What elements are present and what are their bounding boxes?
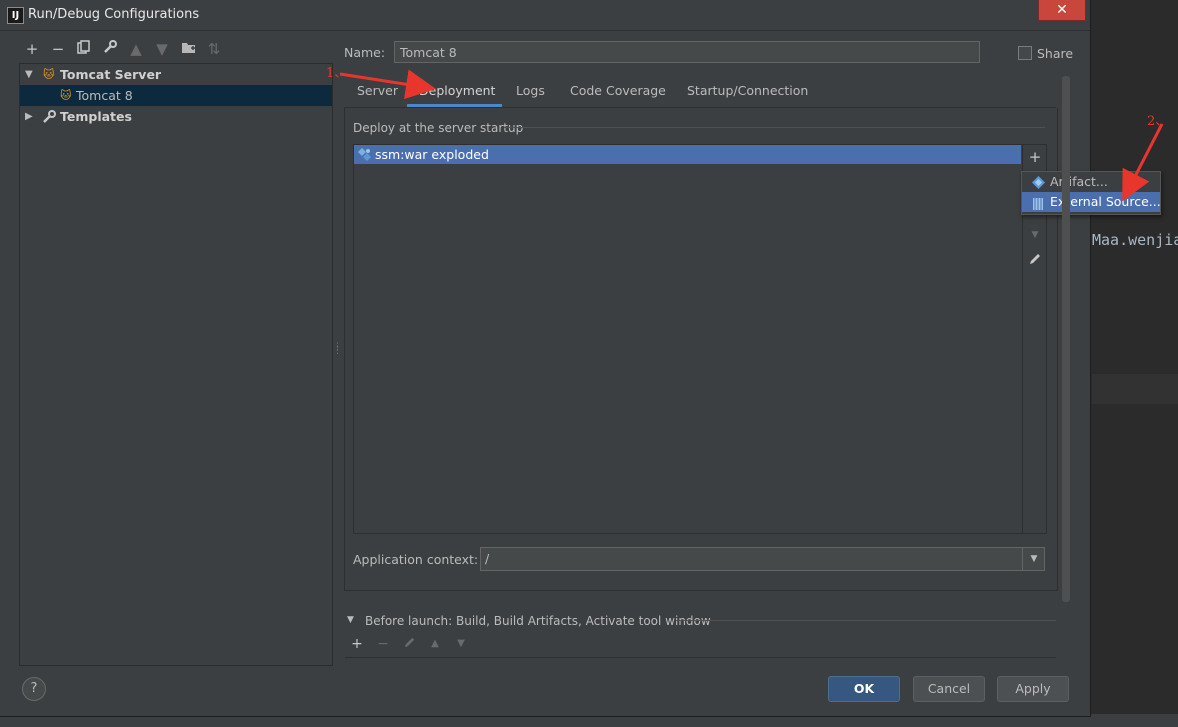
move-down-icon[interactable]: ▼ xyxy=(453,636,469,652)
deployment-list[interactable] xyxy=(353,144,1023,534)
run-debug-dialog: IJ Run/Debug Configurations ✕ + − ▲ ▼ ⇅ … xyxy=(0,0,1161,717)
tomcat-icon: 🐱 xyxy=(43,68,55,81)
title-bar[interactable]: IJ Run/Debug Configurations ✕ xyxy=(0,0,1090,31)
folder-icon[interactable] xyxy=(179,40,197,58)
vertical-scrollbar[interactable] xyxy=(1062,76,1070,602)
background-code-text: Maa.wenjia xyxy=(1092,231,1178,249)
tab-deployment[interactable]: Deployment xyxy=(419,83,495,98)
add-deployment-button[interactable]: + xyxy=(1026,148,1044,166)
edit-deployment-button[interactable] xyxy=(1026,252,1044,270)
close-icon: ✕ xyxy=(1056,2,1068,18)
help-button[interactable]: ? xyxy=(22,677,46,701)
annotation-step-2: 2、 xyxy=(1147,114,1169,129)
deployment-item-label: ssm:war exploded xyxy=(375,147,489,162)
wrench-icon xyxy=(42,109,56,130)
tree-item-label: Tomcat 8 xyxy=(76,88,133,103)
pencil-icon[interactable] xyxy=(401,636,417,652)
menu-item-external-source[interactable]: External Source... xyxy=(1022,192,1161,212)
share-checkbox[interactable] xyxy=(1018,46,1032,60)
chevron-down-icon[interactable]: ▼ xyxy=(1022,548,1045,570)
tomcat-icon: 🐱 xyxy=(60,89,72,102)
window-title: Run/Debug Configurations xyxy=(28,7,200,22)
section-separator xyxy=(676,620,1056,621)
name-label: Name: xyxy=(344,45,386,60)
section-separator xyxy=(504,127,1045,128)
tree-item-label: Tomcat Server xyxy=(60,67,162,82)
background-current-line xyxy=(1092,374,1178,404)
add-icon[interactable]: + xyxy=(349,636,365,652)
menu-item-artifact[interactable]: Artifact... xyxy=(1022,172,1160,192)
move-down-icon[interactable]: ▼ xyxy=(153,40,171,58)
annotation-step-1: 1、 xyxy=(326,66,348,81)
copy-icon[interactable] xyxy=(75,40,93,58)
close-button[interactable]: ✕ xyxy=(1038,0,1086,21)
tree-item-templates[interactable]: ▶ Templates xyxy=(20,106,332,127)
deploy-section-title: Deploy at the server startup xyxy=(353,121,524,135)
before-launch-list-border xyxy=(345,657,1056,658)
add-icon[interactable]: + xyxy=(23,40,41,58)
menu-item-label: Artifact... xyxy=(1050,174,1108,189)
tree-item-tomcat-server[interactable]: ▼ 🐱 Tomcat Server xyxy=(20,64,332,85)
deployment-list-item[interactable]: ssm:war exploded xyxy=(354,145,1021,164)
application-context-label: Application context: xyxy=(353,552,479,567)
remove-icon[interactable]: − xyxy=(375,636,391,652)
ok-button[interactable]: OK xyxy=(828,676,900,702)
move-down-icon[interactable]: ▼ xyxy=(1026,226,1044,244)
help-icon: ? xyxy=(30,681,38,696)
configuration-tree[interactable]: ▼ 🐱 Tomcat Server 🐱 Tomcat 8 ▶ Templates xyxy=(19,63,333,666)
cancel-button[interactable]: Cancel xyxy=(913,676,985,702)
tree-item-tomcat-8[interactable]: 🐱 Tomcat 8 xyxy=(20,85,332,106)
wrench-icon[interactable] xyxy=(101,40,119,58)
add-icon: + xyxy=(1028,148,1042,166)
share-label[interactable]: Share xyxy=(1037,46,1073,61)
artifact-icon xyxy=(357,147,372,167)
move-up-icon[interactable]: ▲ xyxy=(427,636,443,652)
application-context-combobox[interactable] xyxy=(480,547,1045,571)
before-launch-label[interactable]: Before launch: Build, Build Artifacts, A… xyxy=(365,614,711,628)
name-input[interactable]: Tomcat 8 xyxy=(394,41,980,63)
tab-logs[interactable]: Logs xyxy=(516,83,545,98)
tab-server[interactable]: Server xyxy=(357,83,398,98)
pencil-icon xyxy=(1028,252,1042,270)
add-deployment-popup: Artifact... External Source... xyxy=(1021,171,1161,215)
tab-startup-connection[interactable]: Startup/Connection xyxy=(687,83,808,98)
collapse-arrow-icon[interactable]: ▶ xyxy=(25,106,33,127)
splitter-handle[interactable]: ⋮ ⋮ xyxy=(333,343,342,359)
remove-icon[interactable]: − xyxy=(49,40,67,58)
expand-arrow-icon[interactable]: ▼ xyxy=(25,64,33,85)
intellij-app-icon: IJ xyxy=(7,7,24,24)
move-up-icon[interactable]: ▲ xyxy=(127,40,145,58)
collapse-arrow-icon[interactable]: ▼ xyxy=(347,615,354,625)
application-context-value: / xyxy=(485,551,490,566)
external-source-icon xyxy=(1033,196,1043,216)
tree-item-label: Templates xyxy=(60,109,132,124)
tab-code-coverage[interactable]: Code Coverage xyxy=(570,83,666,98)
apply-button[interactable]: Apply xyxy=(997,676,1069,702)
sort-icon[interactable]: ⇅ xyxy=(205,40,223,58)
